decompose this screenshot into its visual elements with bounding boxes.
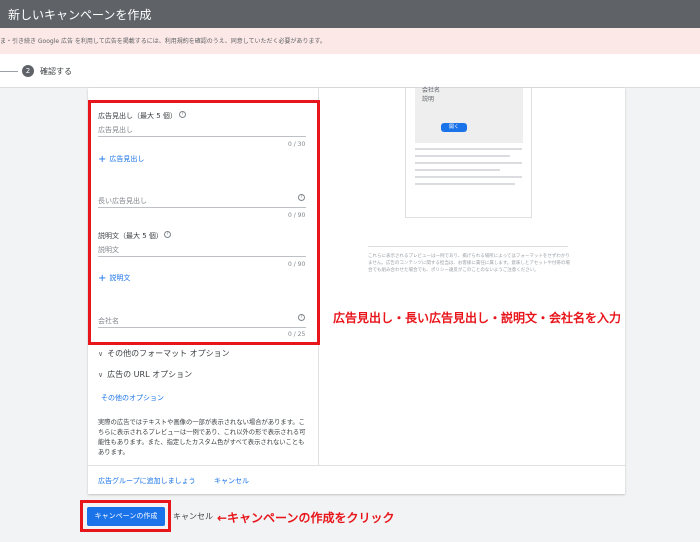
app-header: 新しいキャンペーンを作成 [0, 0, 700, 28]
stepper-connector [0, 71, 18, 72]
preview-notice: 実際の広告ではテキストや画像の一部が表示されない場合があります。こちらに表示され… [98, 419, 306, 456]
format-options-toggle[interactable]: ∨ その他のフォーマット オプション [98, 348, 230, 359]
url-options-toggle[interactable]: ∨ 広告の URL オプション [98, 369, 192, 380]
preview-disclaimer: これらに表示されるプレビューは一例であり、掲げられる場所によってはフォーマットを… [368, 254, 570, 273]
policy-banner-text: ま・引き続き Google 広告 を利用して広告を掲載するには、利用規約を確認の… [0, 38, 326, 45]
disclaimer-divider [368, 246, 568, 247]
policy-banner: ま・引き続き Google 広告 を利用して広告を掲載するには、利用規約を確認の… [0, 28, 700, 54]
preview-description: 説明 [422, 96, 435, 103]
preview-placeholder-bar [415, 155, 510, 157]
stepper: 2 確認する [0, 54, 700, 88]
fields-annotation: 広告見出し・長い広告見出し・説明文・会社名を入力 [333, 311, 622, 325]
preview-placeholder-bar [415, 169, 500, 171]
cancel-button[interactable]: キャンセル [173, 511, 213, 522]
preview-placeholder-bar [415, 162, 522, 164]
add-to-ad-group-link[interactable]: 広告グループに追加しましょう [98, 476, 196, 486]
url-options-label: 広告の URL オプション [107, 370, 193, 379]
card-cancel-link[interactable]: キャンセル [214, 476, 249, 486]
preview-open-button: 開く [441, 123, 467, 132]
preview-placeholder-bar [415, 183, 515, 185]
card-footer-divider [88, 465, 625, 466]
step-label[interactable]: 確認する [40, 66, 72, 77]
chevron-down-icon: ∨ [98, 350, 104, 358]
page-title: 新しいキャンペーンを作成 [8, 8, 152, 22]
preview-business-name: 会社名 [422, 87, 441, 94]
create-campaign-button[interactable]: キャンペーンの作成 [87, 507, 165, 526]
preview-placeholder-bar [415, 176, 522, 178]
step-number-badge[interactable]: 2 [22, 65, 34, 77]
create-annotation: ←キャンペーンの作成をクリック [217, 511, 395, 525]
fields-highlight-box [88, 100, 320, 345]
chevron-down-icon: ∨ [98, 371, 104, 379]
other-options-link[interactable]: その他のオプション [101, 393, 164, 403]
format-options-label: その他のフォーマット オプション [107, 349, 230, 358]
preview-placeholder-bar [415, 148, 522, 150]
